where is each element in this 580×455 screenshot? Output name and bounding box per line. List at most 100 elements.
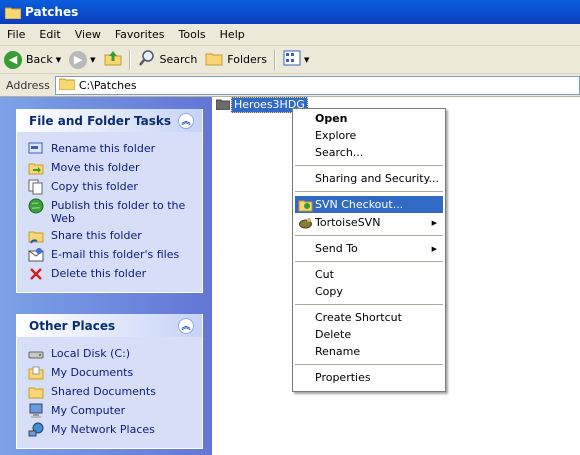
search-label: Search <box>159 53 198 66</box>
task-delete-folder[interactable]: Delete this folder <box>28 267 196 282</box>
toolbar: ◀ Back ▼ ▶ ▼ Search Folders ▼ <box>0 46 580 74</box>
folder-icon <box>28 384 44 400</box>
chevron-down-icon[interactable]: ▼ <box>90 56 95 64</box>
up-button[interactable] <box>100 49 126 71</box>
search-icon <box>138 49 156 70</box>
chevron-down-icon[interactable]: ▼ <box>56 56 61 64</box>
address-bar: Address C:\Patches <box>0 74 580 97</box>
menu-item-label: Open <box>315 112 348 125</box>
menu-item-create-shortcut[interactable]: Create Shortcut <box>295 309 443 326</box>
back-button[interactable]: ◀ Back ▼ <box>0 49 65 71</box>
menu-item-explore[interactable]: Explore <box>295 127 443 144</box>
menu-item-cut[interactable]: Cut <box>295 266 443 283</box>
menu-help[interactable]: Help <box>213 28 252 41</box>
task-label: Delete this folder <box>51 267 147 280</box>
menu-item-label: Sharing and Security... <box>315 172 440 185</box>
menu-item-svn-checkout[interactable]: SVN Checkout... <box>295 196 443 213</box>
task-label: E-mail this folder's files <box>51 248 180 261</box>
task-rename-folder[interactable]: Rename this folder <box>28 142 196 157</box>
move-icon <box>28 160 44 176</box>
task-share-folder[interactable]: Share this folder <box>28 229 196 244</box>
menu-item-label: Create Shortcut <box>315 311 402 324</box>
menu-file[interactable]: File <box>0 28 32 41</box>
menu-item-search[interactable]: Search... <box>295 144 443 161</box>
folders-button[interactable]: Folders <box>201 49 271 71</box>
task-email-files[interactable]: E-mail this folder's files <box>28 248 196 263</box>
folders-label: Folders <box>227 53 268 66</box>
menu-item-sharing-security[interactable]: Sharing and Security... <box>295 170 443 187</box>
views-button[interactable]: ▼ <box>279 49 313 71</box>
panel-title: Other Places <box>29 318 116 333</box>
address-field[interactable]: C:\Patches <box>54 75 580 95</box>
panel-header[interactable]: Other Places ︽ <box>17 314 202 337</box>
task-label: Move this folder <box>51 161 140 174</box>
folder-icon <box>215 98 231 113</box>
menu-view[interactable]: View <box>68 28 108 41</box>
title-bar: Patches <box>0 0 580 24</box>
other-places-panel: Other Places ︽ Local Disk (C:) My Docume… <box>16 314 203 449</box>
panel-body: Rename this folder Move this folder Copy… <box>17 132 202 292</box>
menu-separator <box>295 191 443 192</box>
copy-icon <box>28 179 44 195</box>
forward-arrow-icon: ▶ <box>69 50 88 69</box>
tortoisesvn-icon <box>298 215 313 230</box>
menu-item-tortoisesvn[interactable]: TortoiseSVN ▶ <box>295 214 443 231</box>
menu-item-delete[interactable]: Delete <box>295 326 443 343</box>
task-move-folder[interactable]: Move this folder <box>28 161 196 176</box>
menu-favorites[interactable]: Favorites <box>108 28 172 41</box>
panel-header[interactable]: File and Folder Tasks ︽ <box>17 109 202 132</box>
menu-item-label: Send To <box>315 242 358 255</box>
place-label: My Network Places <box>51 423 155 436</box>
task-label: Publish this folder to the Web <box>51 199 186 225</box>
task-publish-folder[interactable]: Publish this folder to the Web <box>28 198 196 225</box>
menu-separator <box>295 261 443 262</box>
menu-item-label: Properties <box>315 371 371 384</box>
menu-item-label: SVN Checkout... <box>315 198 404 211</box>
menu-tools[interactable]: Tools <box>172 28 213 41</box>
delete-icon <box>28 266 44 282</box>
task-label: Copy this folder <box>51 180 138 193</box>
menu-bar: File Edit View Favorites Tools Help <box>0 24 580 46</box>
menu-item-label: Explore <box>315 129 357 142</box>
address-value: C:\Patches <box>78 78 137 92</box>
menu-separator <box>295 364 443 365</box>
task-copy-folder[interactable]: Copy this folder <box>28 179 196 195</box>
computer-icon <box>28 403 44 419</box>
place-label: Shared Documents <box>51 385 156 398</box>
place-my-documents[interactable]: My Documents <box>28 366 196 381</box>
back-label: Back <box>26 53 53 66</box>
back-arrow-icon: ◀ <box>4 50 22 69</box>
place-label: Local Disk (C:) <box>51 347 131 360</box>
context-menu: Open Explore Search... Sharing and Secur… <box>292 108 446 392</box>
place-shared-documents[interactable]: Shared Documents <box>28 385 196 400</box>
share-icon <box>28 228 44 244</box>
forward-button[interactable]: ▶ ▼ <box>65 49 99 71</box>
place-my-computer[interactable]: My Computer <box>28 403 196 419</box>
menu-item-open[interactable]: Open <box>295 110 443 127</box>
panel-title: File and Folder Tasks <box>29 113 172 128</box>
menu-item-copy[interactable]: Copy <box>295 283 443 300</box>
place-my-network-places[interactable]: My Network Places <box>28 422 196 438</box>
menu-item-label: Delete <box>315 328 352 341</box>
menu-edit[interactable]: Edit <box>32 28 67 41</box>
place-local-disk[interactable]: Local Disk (C:) <box>28 347 196 362</box>
email-icon <box>28 247 44 263</box>
task-pane: File and Folder Tasks ︽ Rename this fold… <box>0 97 212 455</box>
menu-item-send-to[interactable]: Send To ▶ <box>295 240 443 257</box>
menu-item-rename[interactable]: Rename <box>295 343 443 360</box>
collapse-chevron-icon[interactable]: ︽ <box>178 112 194 129</box>
menu-separator <box>295 304 443 305</box>
collapse-chevron-icon[interactable]: ︽ <box>178 317 194 334</box>
place-label: My Computer <box>51 404 126 417</box>
rename-icon <box>28 141 44 157</box>
menu-separator <box>295 165 443 166</box>
disk-icon <box>28 346 44 362</box>
toolbar-separator <box>128 49 131 70</box>
chevron-down-icon[interactable]: ▼ <box>304 56 309 64</box>
search-button[interactable]: Search <box>134 49 202 71</box>
up-folder-icon <box>104 49 122 70</box>
menu-item-properties[interactable]: Properties <box>295 369 443 386</box>
menu-item-label: Cut <box>315 268 334 281</box>
task-label: Share this folder <box>51 229 142 242</box>
folder-icon <box>58 77 76 93</box>
